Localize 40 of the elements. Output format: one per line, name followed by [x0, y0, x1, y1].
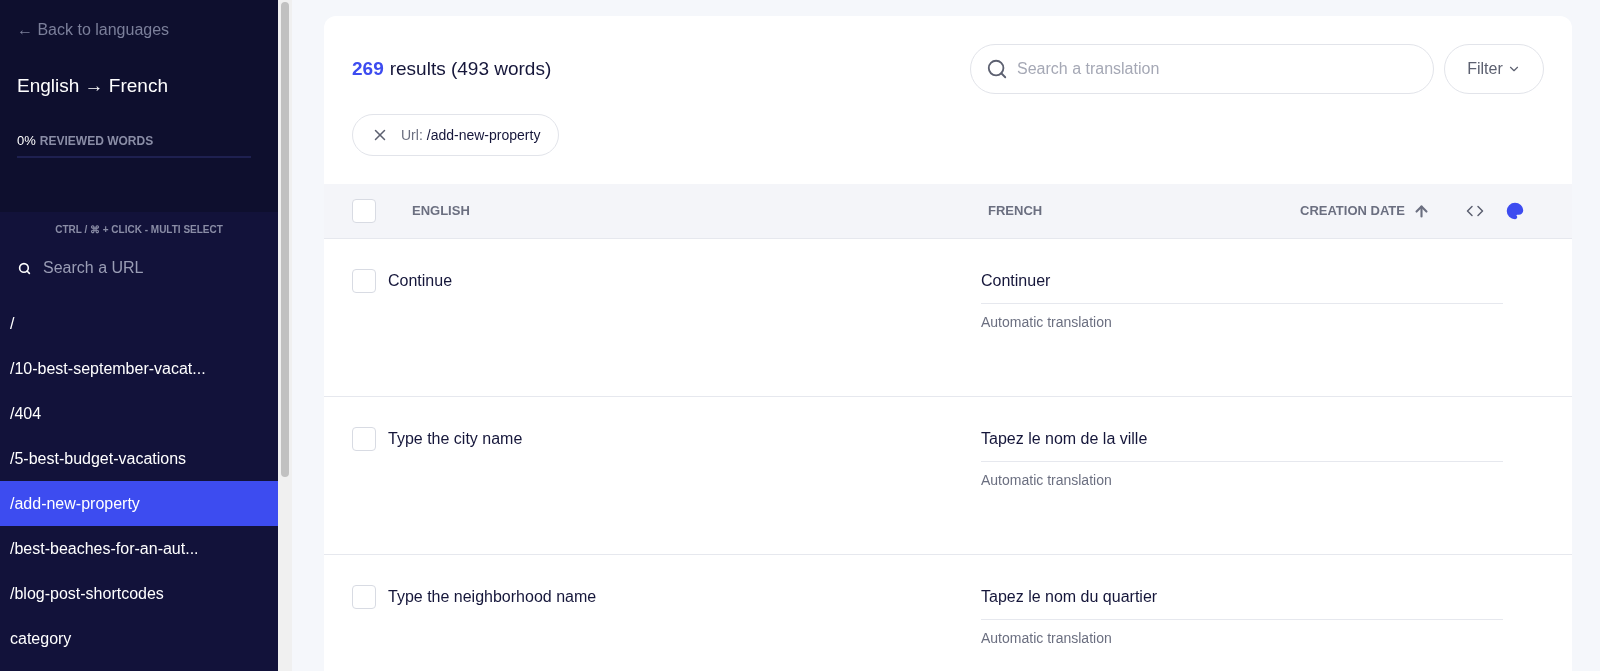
search-icon [986, 58, 1008, 80]
url-search-field[interactable]: Search a URL [43, 256, 243, 280]
url-item[interactable]: /5-best-budget-vacations [0, 436, 278, 481]
filter-button[interactable]: Filter [1444, 44, 1544, 94]
checkbox[interactable] [352, 269, 376, 293]
scrollbar[interactable] [278, 0, 292, 671]
source-text: Type the city name [388, 429, 524, 449]
translation-text[interactable]: Tapez le nom de la ville [981, 427, 1503, 462]
translation-text[interactable]: Tapez le nom du quartier [981, 585, 1503, 620]
language-pair-title: English → French [17, 74, 169, 98]
source-text: Type the neighborhood name [388, 587, 598, 607]
translation-text[interactable]: Continuer [981, 269, 1503, 304]
source-text: Continue [388, 271, 454, 291]
url-item[interactable]: / [0, 301, 278, 346]
multi-select-hint: CTRL / ⌘ + CLICK - MULTI SELECT [54, 223, 224, 237]
back-link[interactable]: ← Back to languages [17, 18, 261, 42]
url-item[interactable]: /10-best-september-vacat... [0, 346, 278, 391]
url-item[interactable]: /blog-post-shortcodes [0, 571, 278, 616]
column-header[interactable]: ENGLISH [412, 201, 988, 221]
translation-status: Automatic translation [981, 629, 1113, 648]
url-item[interactable]: /best-beaches-for-an-aut... [0, 526, 278, 571]
checkbox[interactable] [352, 427, 376, 451]
url-item[interactable]: /404 [0, 391, 278, 436]
search-icon [18, 261, 31, 275]
checkbox[interactable] [352, 585, 376, 609]
checkbox[interactable] [352, 199, 376, 223]
column-header[interactable]: FRENCH [988, 201, 1300, 221]
translation-status: Automatic translation [981, 313, 1113, 332]
url-item[interactable]: category [0, 616, 278, 661]
translation-search-field[interactable]: Search a translation [970, 44, 1434, 94]
palette-icon[interactable] [1505, 202, 1524, 220]
filter-key: Url: [401, 124, 423, 146]
results-count: 269 [352, 56, 384, 81]
results-summary: results (493 words) [389, 56, 552, 81]
translation-status: Automatic translation [981, 471, 1113, 490]
progress-label: REVIEWED WORDS [39, 132, 154, 150]
progress-percent: 0% [17, 131, 36, 150]
column-header[interactable]: CREATION DATE [1300, 201, 1430, 221]
url-item[interactable]: /add-new-property [0, 481, 278, 526]
filter-value: /add-new-property [426, 125, 541, 145]
